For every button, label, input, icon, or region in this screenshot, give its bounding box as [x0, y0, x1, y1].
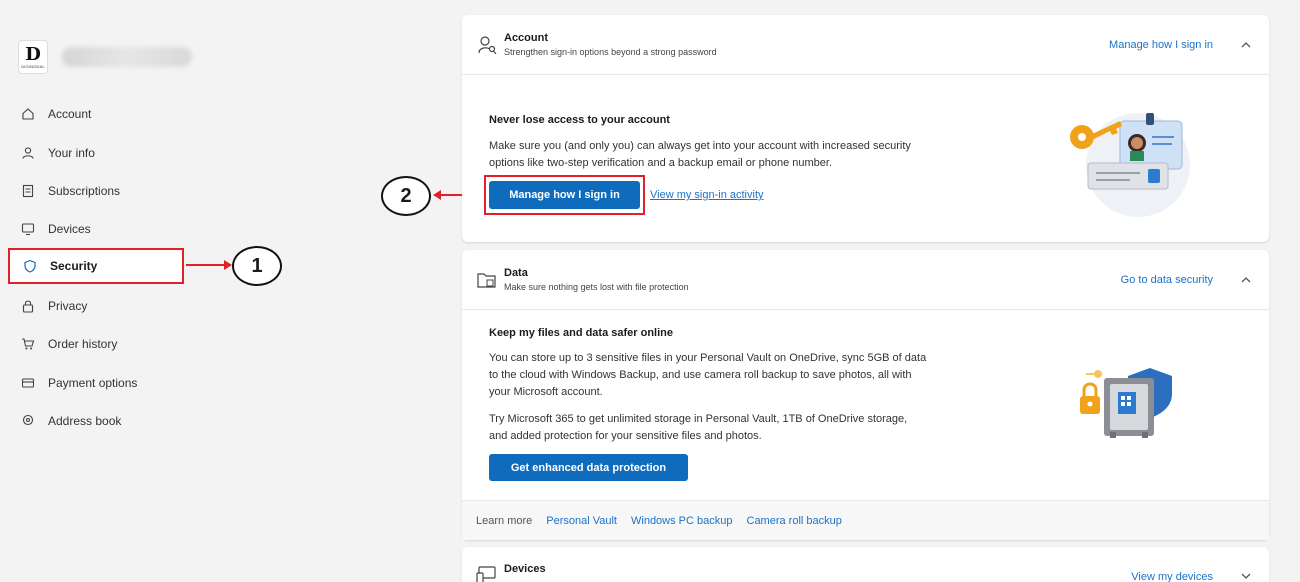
learn-more-label: Learn more	[476, 514, 533, 527]
shield-icon	[22, 258, 38, 274]
view-sign-in-activity-link[interactable]: View my sign-in activity	[650, 189, 764, 201]
sidebar-item-order-history[interactable]: Order history	[8, 326, 184, 362]
account-card-title: Account	[504, 32, 548, 44]
annotation-marker-1: 1	[232, 246, 282, 286]
account-body-text: Make sure you (and only you) can always …	[489, 140, 911, 169]
sidebar-item-label: Privacy	[48, 299, 88, 313]
devices-card-title: Devices	[504, 563, 546, 575]
personal-vault-link[interactable]: Personal Vault	[546, 515, 617, 527]
account-body-title: Never lose access to your account	[489, 114, 670, 126]
sidebar-item-label: Address book	[48, 414, 122, 428]
sidebar-item-payment-options[interactable]: Payment options	[8, 365, 184, 401]
data-vault-illustration	[1080, 368, 1172, 438]
profile-header: D DIGINODAL	[18, 40, 192, 74]
key-person-icon	[476, 34, 498, 56]
chevron-down-icon[interactable]	[1239, 569, 1253, 582]
profile-logo[interactable]: D DIGINODAL	[18, 40, 48, 74]
lock-icon	[20, 298, 36, 314]
account-card-header[interactable]: Account Strengthen sign-in options beyon…	[462, 15, 1269, 75]
windows-pc-backup-link[interactable]: Windows PC backup	[631, 515, 733, 527]
logo-mark: D	[25, 43, 41, 65]
manage-sign-in-header-link[interactable]: Manage how I sign in	[1109, 39, 1213, 51]
sidebar-item-label: Devices	[48, 222, 91, 236]
annotation-marker-2: 2	[381, 176, 431, 216]
sidebar-item-label: Security	[50, 259, 98, 273]
home-icon	[20, 106, 36, 122]
data-card-heading: Data Make sure nothing gets lost with fi…	[504, 267, 689, 292]
data-card-header[interactable]: Data Make sure nothing gets lost with fi…	[462, 250, 1269, 310]
devices-card-heading: Devices	[504, 563, 546, 575]
sidebar: D DIGINODAL Account Your info Subscripti…	[0, 0, 300, 582]
data-card-title: Data	[504, 267, 528, 279]
sidebar-item-label: Your info	[48, 146, 95, 160]
manage-sign-in-button[interactable]: Manage how I sign in	[489, 181, 640, 209]
data-card-subtitle: Make sure nothing gets lost with file pr…	[504, 282, 689, 292]
logo-word: DIGINODAL	[21, 63, 45, 69]
card-icon	[20, 375, 36, 391]
chevron-up-icon[interactable]	[1239, 38, 1253, 52]
blurred-account-name	[62, 47, 192, 67]
account-card-heading: Account Strengthen sign-in options beyon…	[504, 32, 717, 57]
sidebar-item-label: Subscriptions	[48, 184, 121, 198]
sidebar-item-your-info[interactable]: Your info	[8, 135, 184, 171]
receipt-icon	[20, 183, 36, 199]
sidebar-item-label: Payment options	[48, 376, 138, 390]
data-body-title: Keep my files and data safer online	[489, 327, 674, 339]
data-body-text-2: Try Microsoft 365 to get unlimited stora…	[489, 413, 908, 442]
folder-icon	[476, 269, 498, 291]
sidebar-item-subscriptions[interactable]: Subscriptions	[8, 173, 184, 209]
sidebar-item-label: Order history	[48, 337, 118, 351]
account-security-illustration	[1070, 113, 1190, 217]
cart-icon	[20, 336, 36, 352]
person-icon	[20, 145, 36, 161]
data-body-text-1: You can store up to 3 sensitive files in…	[489, 352, 927, 398]
account-card: Account Strengthen sign-in options beyon…	[462, 15, 1269, 242]
view-devices-header-link[interactable]: View my devices	[1131, 571, 1213, 582]
enhanced-data-protection-button[interactable]: Get enhanced data protection	[489, 454, 688, 481]
sidebar-item-security[interactable]: Security	[8, 248, 184, 284]
sidebar-item-privacy[interactable]: Privacy	[8, 288, 184, 324]
devices-card: Devices View my devices	[462, 547, 1269, 582]
chevron-up-icon[interactable]	[1239, 273, 1253, 287]
data-card-footer: Learn more Personal Vault Windows PC bac…	[462, 500, 1269, 540]
monitor-icon	[20, 221, 36, 237]
sidebar-item-devices[interactable]: Devices	[8, 211, 184, 247]
location-icon	[20, 413, 36, 429]
devices-icon	[476, 563, 498, 582]
camera-roll-backup-link[interactable]: Camera roll backup	[747, 515, 842, 527]
data-card: Data Make sure nothing gets lost with fi…	[462, 250, 1269, 540]
sidebar-item-account[interactable]: Account	[8, 96, 184, 132]
sidebar-item-address-book[interactable]: Address book	[8, 403, 184, 439]
account-card-subtitle: Strengthen sign-in options beyond a stro…	[504, 47, 717, 57]
annotation-arrow-1	[186, 260, 232, 270]
sidebar-item-label: Account	[48, 107, 92, 121]
data-security-header-link[interactable]: Go to data security	[1121, 274, 1213, 286]
devices-card-header[interactable]: Devices View my devices	[462, 547, 1269, 582]
